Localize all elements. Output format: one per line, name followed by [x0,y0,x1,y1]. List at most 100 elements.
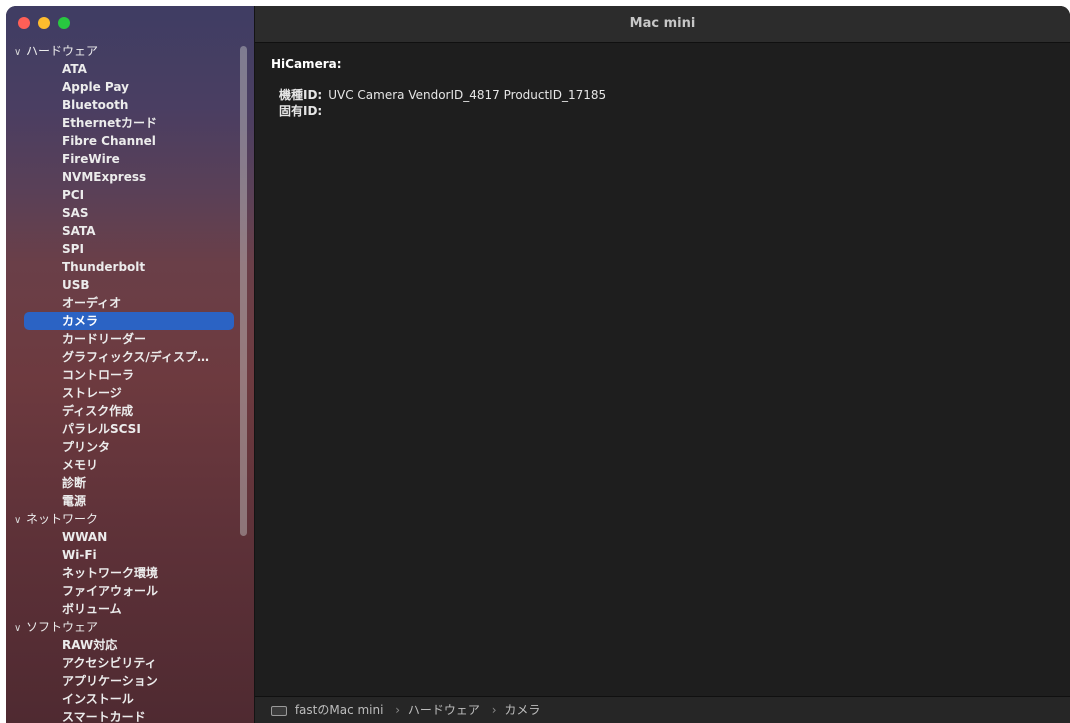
sidebar-item-label: ネットワーク [26,512,99,526]
sidebar-item-label: スマートカード [62,710,146,723]
sidebar-item[interactable]: ディスク作成 [6,402,234,420]
sidebar-item-label: ストレージ [62,386,122,400]
sidebar-item[interactable]: NVMExpress [6,168,234,186]
sidebar-item-label: オーディオ [62,296,122,310]
path-separator: › [491,703,497,717]
sidebar-item[interactable]: ATA [6,60,234,78]
path-segment-hardware[interactable]: ハードウェア [408,703,480,717]
sidebar-item[interactable]: Wi-Fi [6,546,234,564]
sidebar-item-label: SPI [62,242,84,256]
sidebar-item[interactable]: PCI [6,186,234,204]
sidebar-item-label: Ethernetカード [62,116,157,130]
device-title: HiCamera: [271,57,342,71]
sidebar-item[interactable]: 電源 [6,492,234,510]
sidebar-item[interactable]: SPI [6,240,234,258]
sidebar-item[interactable]: Apple Pay [6,78,234,96]
detail-content: HiCamera: 機種ID: UVC Camera VendorID_4817 … [255,43,1070,133]
field-value: UVC Camera VendorID_4817 ProductID_17185 [328,88,607,102]
sidebar-item-label: WWAN [62,530,108,544]
sidebar-scrollbar[interactable] [240,46,247,536]
sidebar-item[interactable]: WWAN [6,528,234,546]
sidebar-item-selected[interactable]: カメラ [24,312,234,330]
minimize-button[interactable] [38,17,50,29]
sidebar-item-label: グラフィックス/ディスプ… [62,350,209,364]
sidebar-item[interactable]: FireWire [6,150,234,168]
sidebar-item[interactable]: オーディオ [6,294,234,312]
sidebar-item[interactable]: インストール [6,690,234,708]
sidebar-item[interactable]: ストレージ [6,384,234,402]
app-window: ∨ ハードウェア ATA Apple Pay Bluetooth Ethernetカード F… [6,6,1070,723]
path-segment-camera[interactable]: カメラ [504,703,540,717]
sidebar-item-label: ディスク作成 [62,404,134,418]
sidebar-item[interactable]: スマートカード [6,708,234,723]
sidebar-item-label: メモリ [62,458,99,472]
sidebar-item-label: Thunderbolt [62,260,146,274]
sidebar-item[interactable]: アプリケーション [6,672,234,690]
sidebar-item-label: ボリューム [62,602,122,616]
computer-icon [271,705,287,716]
sidebar-item[interactable]: ネットワーク環境 [6,564,234,582]
sidebar-item-label: 電源 [62,494,87,508]
sidebar-item-label: PCI [62,188,85,202]
sidebar-item-label: プリンタ [62,440,111,454]
main-pane: Mac mini HiCamera: 機種ID: UVC Camera Vendo… [255,6,1070,723]
chevron-down-icon[interactable]: ∨ [14,44,26,60]
sidebar-item[interactable]: アクセシビリティ [6,654,234,672]
field-label: 固有ID: [279,104,323,118]
sidebar-item[interactable]: 診断 [6,474,234,492]
sidebar-item[interactable]: コントローラ [6,366,234,384]
field-model-id: 機種ID: UVC Camera VendorID_4817 ProductID_… [271,87,1054,103]
sidebar-section[interactable]: ∨ ネットワーク [6,510,234,528]
sidebar-item-label: Apple Pay [62,80,129,94]
path-segment-computer[interactable]: fastのMac mini [295,703,384,717]
sidebar-item-label: パラレルSCSI [62,422,141,436]
sidebar-item[interactable]: ファイアウォール [6,582,234,600]
sidebar-item[interactable]: カードリーダー [6,330,234,348]
sidebar-item-label: SATA [62,224,96,238]
sidebar-item[interactable]: グラフィックス/ディスプ… [6,348,234,366]
sidebar-item-label: Wi-Fi [62,548,97,562]
sidebar-item-label: NVMExpress [62,170,147,184]
sidebar-item-label: ネットワーク環境 [62,566,159,580]
sidebar-item-label: USB [62,278,90,292]
sidebar-item-label: アプリケーション [62,674,158,688]
sidebar-item[interactable]: プリンタ [6,438,234,456]
sidebar-item-label: ソフトウェア [26,620,99,634]
sidebar: ∨ ハードウェア ATA Apple Pay Bluetooth Ethernetカード F… [6,6,255,723]
sidebar-item[interactable]: Ethernetカード [6,114,234,132]
path-separator: › [395,703,401,717]
sidebar-item-label: 診断 [62,476,87,490]
sidebar-item[interactable]: パラレルSCSI [6,420,234,438]
sidebar-item-label: カメラ [62,314,99,328]
sidebar-item-label: ATA [62,62,87,76]
field-unique-id: 固有ID: [271,103,1054,119]
sidebar-item[interactable]: メモリ [6,456,234,474]
sidebar-item-label: FireWire [62,152,120,166]
chevron-down-icon[interactable]: ∨ [14,620,26,636]
path-bar: fastのMac mini › ハードウェア › カメラ [255,696,1070,723]
sidebar-item-label: Bluetooth [62,98,129,112]
sidebar-item[interactable]: Thunderbolt [6,258,234,276]
sidebar-item-label: コントローラ [62,368,135,382]
sidebar-item[interactable]: USB [6,276,234,294]
close-button[interactable] [18,17,30,29]
sidebar-item[interactable]: Fibre Channel [6,132,234,150]
sidebar-section[interactable]: ∨ ハードウェア [6,42,234,60]
sidebar-item-label: インストール [62,692,134,706]
sidebar-tree: ∨ ハードウェア ATA Apple Pay Bluetooth Ethernetカード F… [6,42,234,723]
zoom-button[interactable] [58,17,70,29]
chevron-down-icon[interactable]: ∨ [14,512,26,528]
sidebar-item-label: SAS [62,206,89,220]
sidebar-item-label: ファイアウォール [62,584,159,598]
field-label: 機種ID: [279,88,323,102]
window-title: Mac mini [255,6,1070,43]
sidebar-item[interactable]: SAS [6,204,234,222]
sidebar-item-label: ハードウェア [26,44,99,58]
sidebar-item[interactable]: ボリューム [6,600,234,618]
sidebar-item[interactable]: SATA [6,222,234,240]
sidebar-item-label: RAW対応 [62,638,118,652]
sidebar-section[interactable]: ∨ ソフトウェア [6,618,234,636]
sidebar-item-label: Fibre Channel [62,134,156,148]
sidebar-item[interactable]: Bluetooth [6,96,234,114]
sidebar-item[interactable]: RAW対応 [6,636,234,654]
